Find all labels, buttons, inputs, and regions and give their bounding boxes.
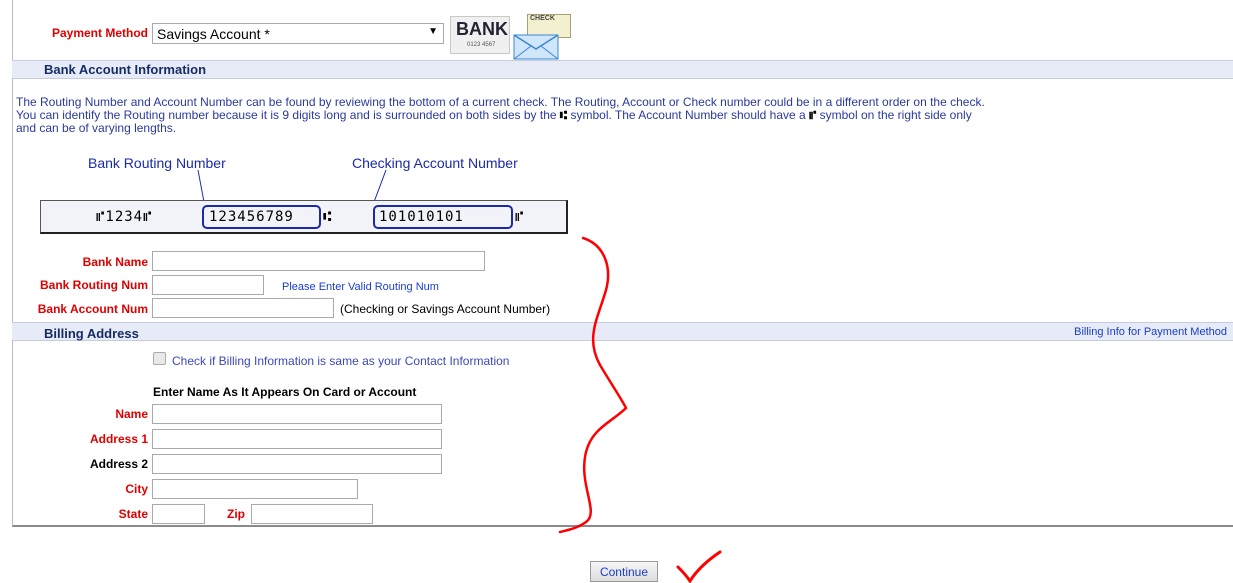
bank-account-num-input[interactable] [152, 298, 334, 318]
state-label: State [118, 507, 148, 521]
micr-routing: 123456789 [209, 209, 294, 225]
micr-account: 101010101 [379, 209, 464, 225]
bank-routing-num-input[interactable] [152, 275, 264, 295]
account-hint: (Checking or Savings Account Number) [340, 302, 551, 316]
name-prompt: Enter Name As It Appears On Card or Acco… [153, 385, 417, 399]
address2-label: Address 2 [89, 457, 148, 471]
check-micr-strip: ⑈1234⑈ 123456789 ⑆ 101010101 ⑈ [40, 200, 568, 234]
micr-prefix: ⑈1234⑈ [96, 209, 153, 225]
address1-input[interactable] [152, 429, 442, 449]
envelope-icon [513, 34, 559, 60]
state-input[interactable] [152, 504, 205, 524]
payment-method-selected: Savings Account * [157, 26, 270, 42]
city-input[interactable] [152, 479, 358, 499]
payment-method-label: Payment Method [51, 26, 148, 40]
name-label: Name [115, 407, 148, 421]
billing-section-title: Billing Address [44, 326, 139, 341]
bank-name-input[interactable] [152, 251, 485, 271]
routing-number-label: Bank Routing Number [88, 155, 226, 171]
address1-label: Address 1 [89, 432, 148, 446]
city-label: City [125, 482, 148, 496]
bank-account-num-label: Bank Account Num [37, 302, 148, 316]
check-envelope-icon: CHECK [513, 14, 573, 60]
account-symbol-icon: ⑈ [809, 108, 817, 122]
bank-section-header: Bank Account Information [12, 60, 1233, 79]
bank-routing-num-label: Bank Routing Num [40, 278, 148, 292]
check-icon-text: CHECK [530, 15, 555, 22]
micr-account-end-icon: ⑈ [515, 208, 524, 224]
name-input[interactable] [152, 404, 442, 424]
account-number-label: Checking Account Number [352, 155, 518, 171]
routing-symbol-icon: ⑆ [559, 108, 568, 122]
bank-icon-subtext: 0123 4567 [467, 42, 496, 48]
micr-routing-end-icon: ⑆ [323, 208, 332, 224]
red-checkmark-annotation [676, 550, 722, 583]
info-line-2: You can identify the Routing number beca… [16, 108, 972, 122]
dropdown-arrow-icon: ▼ [428, 26, 438, 37]
same-as-contact-checkbox[interactable] [153, 352, 166, 365]
bank-name-label: Bank Name [82, 255, 148, 269]
zip-input[interactable] [251, 504, 373, 524]
bank-info-text: The Routing Number and Account Number ca… [16, 96, 1231, 135]
same-as-contact-label[interactable]: Check if Billing Information is same as … [172, 354, 509, 368]
address2-input[interactable] [152, 454, 442, 474]
billing-section-header: Billing Address Billing Info for Payment… [12, 322, 1233, 341]
bank-section-title: Bank Account Information [44, 62, 207, 77]
billing-right-note: Billing Info for Payment Method [1074, 326, 1227, 338]
routing-hint: Please Enter Valid Routing Num [282, 281, 439, 293]
info-line-3: and can be of varying lengths. [16, 121, 177, 135]
bank-icon-text: BANK [456, 19, 508, 39]
zip-label: Zip [227, 507, 245, 521]
continue-button[interactable]: Continue [590, 561, 658, 582]
payment-method-select[interactable]: Savings Account * ▼ [152, 23, 444, 44]
bank-icon: BANK 0123 4567 [450, 16, 510, 54]
